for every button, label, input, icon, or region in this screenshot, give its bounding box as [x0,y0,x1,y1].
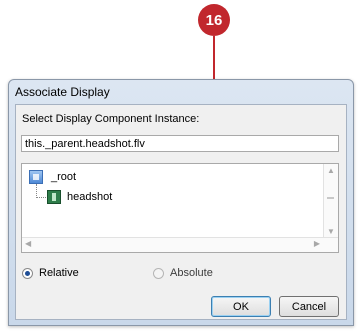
cancel-button[interactable]: Cancel [279,296,339,317]
radio-relative[interactable]: Relative [22,267,79,279]
tree-item-root-label: _root [51,171,77,183]
flv-playback-component-icon [47,190,61,204]
scroll-thumb[interactable] [327,197,334,199]
tree-connector-line [36,184,37,198]
instance-tree[interactable]: _root headshot ▲ ▼ ◀ ▶ [21,163,339,253]
associate-display-dialog: Associate Display Select Display Compone… [8,79,354,326]
dialog-body: Select Display Component Instance: this.… [15,104,347,320]
radio-absolute-label: Absolute [170,267,213,279]
radio-absolute[interactable]: Absolute [153,267,213,279]
scroll-down-arrow-icon[interactable]: ▼ [327,227,335,236]
dialog-titlebar[interactable]: Associate Display [9,80,353,102]
movie-clip-icon [29,170,43,184]
dialog-title: Associate Display [15,85,110,99]
tree-horizontal-scrollbar[interactable]: ◀ ▶ [22,237,338,252]
tree-item-root[interactable]: _root [29,170,76,184]
tree-item-headshot-label: headshot [67,191,113,203]
instance-path-field[interactable]: this._parent.headshot.flv [21,135,339,152]
scroll-left-arrow-icon[interactable]: ◀ [25,239,31,248]
scroll-up-arrow-icon[interactable]: ▲ [327,166,335,175]
tree-vertical-scrollbar[interactable]: ▲ ▼ [323,164,338,238]
radio-absolute-button[interactable] [153,267,164,279]
select-instance-label: Select Display Component Instance: [22,113,200,125]
step-callout-badge: 16 [198,4,230,36]
tree-item-headshot[interactable]: headshot [47,190,112,204]
tree-connector-branch [36,197,46,198]
radio-relative-label: Relative [39,267,79,279]
ok-button[interactable]: OK [211,296,271,317]
radio-relative-button[interactable] [22,267,33,279]
scroll-right-arrow-icon[interactable]: ▶ [314,239,320,248]
